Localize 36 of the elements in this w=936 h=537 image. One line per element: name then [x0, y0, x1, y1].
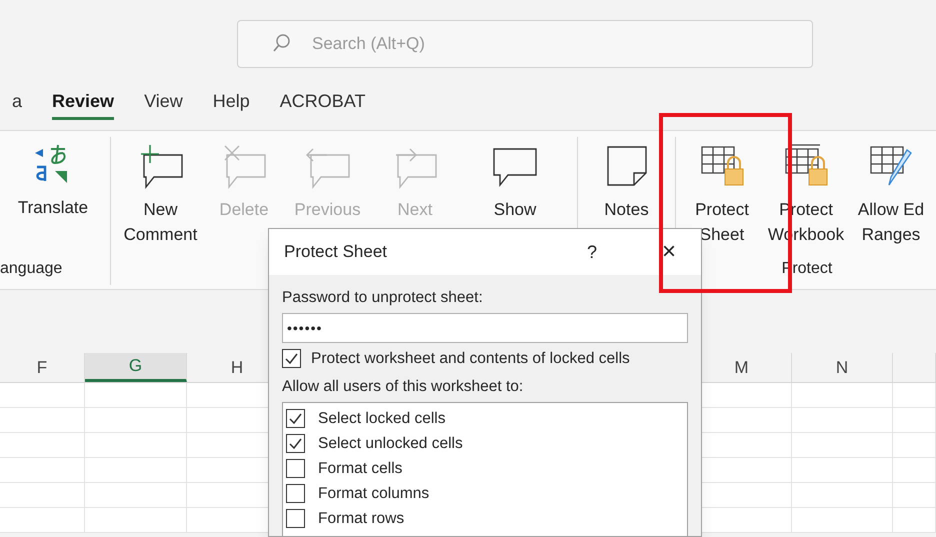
checkbox[interactable]	[286, 408, 305, 428]
password-field[interactable]: ••••••	[282, 313, 688, 344]
ribbon-tab[interactable]: a	[12, 88, 22, 120]
permissions-label: Allow all users of this worksheet to:	[282, 376, 524, 396]
checkbox[interactable]	[286, 434, 305, 453]
checkbox-label: Format rows	[318, 508, 404, 529]
protect-sheet-button[interactable]: Protect Sheet	[683, 143, 761, 257]
help-button[interactable]: ?	[577, 238, 607, 266]
new-comment-button[interactable]: New Comment	[118, 143, 203, 285]
checkbox-label: Protect worksheet and contents of locked cells	[311, 349, 630, 370]
show-comments-button[interactable]: Show	[460, 143, 570, 285]
column-header[interactable]: M	[734, 354, 749, 380]
checkbox[interactable]	[286, 484, 305, 503]
search-icon	[273, 34, 291, 54]
column-header[interactable]: N	[836, 354, 848, 380]
column-header[interactable]: H	[230, 354, 244, 380]
column-header[interactable]: G	[128, 353, 142, 379]
checkbox[interactable]	[282, 349, 301, 368]
close-button[interactable]: ×	[657, 240, 681, 264]
checkbox-label: Select locked cells	[318, 408, 446, 429]
allow-edit-button[interactable]: Allow Ed Ranges	[851, 143, 931, 257]
translate-button[interactable]: Translate	[8, 143, 98, 257]
checkbox-label: Format cells	[318, 458, 402, 479]
ribbon-tab[interactable]: Review	[52, 88, 114, 120]
checkbox-label: Select unlocked cells	[318, 434, 463, 454]
ribbon-tab[interactable]: Help	[212, 88, 250, 120]
password-label: Password to unprotect sheet:	[282, 288, 484, 308]
ribbon-tab[interactable]: ACROBAT	[280, 88, 366, 120]
ribbon-tab[interactable]: View	[144, 88, 183, 120]
search-field[interactable]: Search (Alt+Q)	[237, 20, 813, 68]
column-header[interactable]: F	[36, 354, 48, 380]
group-label: anguage	[0, 259, 62, 279]
checkbox-label: Format columns	[318, 484, 430, 504]
checkbox[interactable]	[286, 458, 305, 478]
dialog-title: Protect Sheet	[284, 241, 388, 264]
checkbox[interactable]	[286, 508, 305, 528]
